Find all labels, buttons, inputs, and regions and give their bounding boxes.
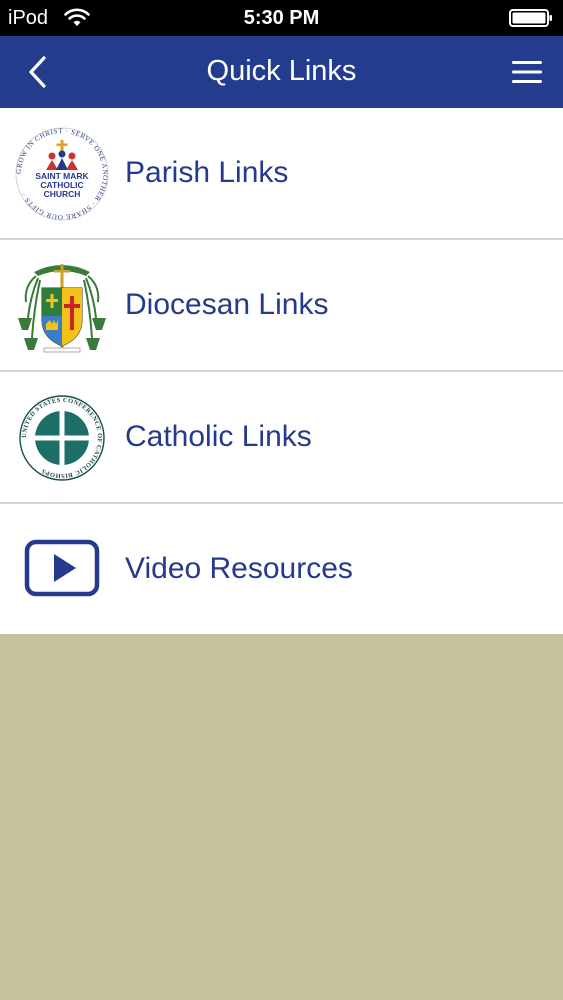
quick-links-list: GROW IN CHRIST · SERVE ONE ANOTHER · SHA… xyxy=(0,108,563,634)
list-item-parish-links[interactable]: GROW IN CHRIST · SERVE ONE ANOTHER · SHA… xyxy=(0,108,563,240)
list-item-catholic-links[interactable]: UNITED STATES CONFERENCE OF CATHOLIC BIS… xyxy=(0,372,563,504)
status-bar: iPod 5:30 PM xyxy=(0,0,563,36)
status-time: 5:30 PM xyxy=(243,7,320,29)
list-item-diocesan-links[interactable]: Diocesan Links xyxy=(0,240,563,372)
list-item-label: Catholic Links xyxy=(125,420,312,453)
list-item-label: Video Resources xyxy=(125,552,353,585)
usccb-logo-icon: UNITED STATES CONFERENCE OF CATHOLIC BIS… xyxy=(19,395,105,481)
list-item-video-resources[interactable]: Video Resources xyxy=(0,504,563,634)
battery-icon xyxy=(509,9,552,27)
video-play-icon xyxy=(24,539,100,597)
list-item-label: Diocesan Links xyxy=(125,288,329,321)
hamburger-menu-icon[interactable] xyxy=(511,58,543,86)
diocesan-coat-of-arms-icon xyxy=(18,264,106,353)
parish-logo-line-3: CHURCH xyxy=(44,189,81,199)
list-item-label: Parish Links xyxy=(125,156,289,189)
navigation-bar: Quick Links xyxy=(0,36,563,108)
page-title: Quick Links xyxy=(206,55,357,87)
saint-mark-parish-logo-icon: GROW IN CHRIST · SERVE ONE ANOTHER · SHA… xyxy=(15,127,109,221)
